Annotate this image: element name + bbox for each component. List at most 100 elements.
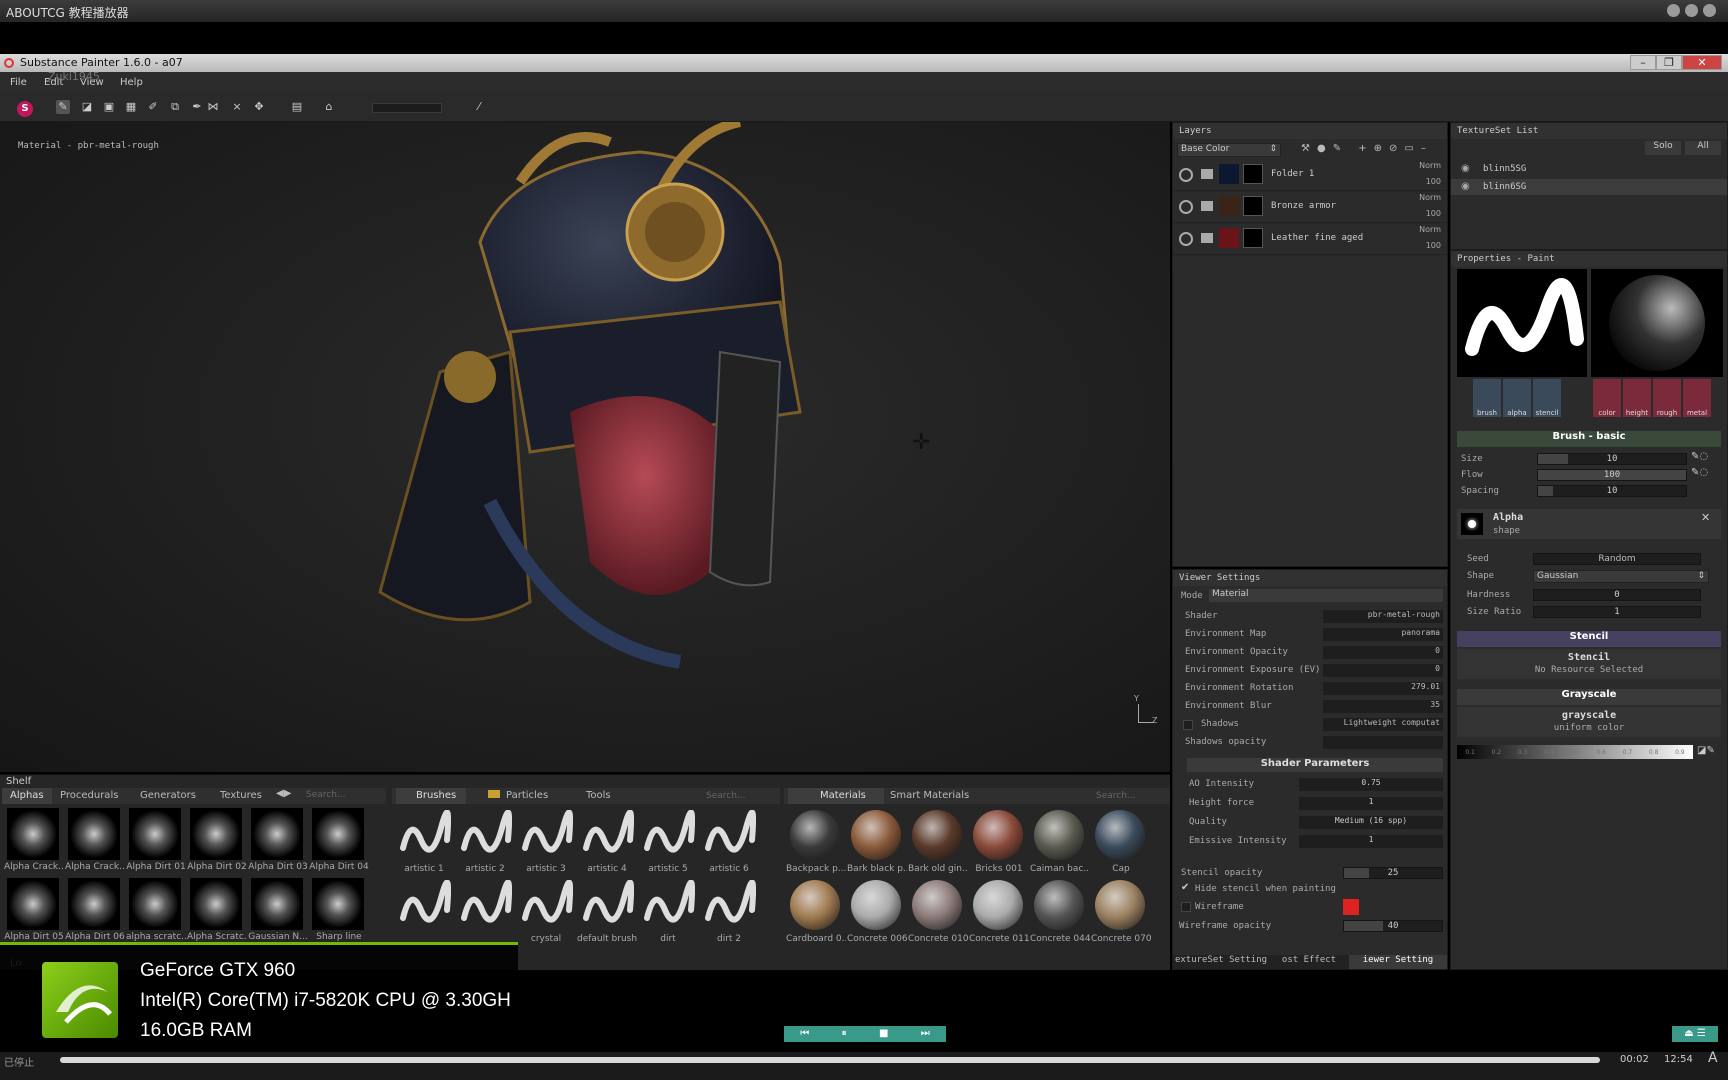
layer-visibility-icon[interactable]: [1179, 232, 1193, 246]
seed-field[interactable]: Random: [1533, 553, 1701, 565]
layer-row[interactable]: Leather fine aged Norm 100: [1173, 223, 1447, 255]
camera-icon[interactable]: ✥: [252, 100, 266, 114]
tab-viewer-settings[interactable]: iewer Setting: [1349, 955, 1447, 969]
seek-bar[interactable]: [60, 1057, 1600, 1063]
shelf-item[interactable]: Concrete 044: [1030, 878, 1090, 946]
tab-brushes[interactable]: Brushes: [396, 788, 466, 804]
screenshot-icon[interactable]: ⌂: [322, 100, 336, 114]
viewer-setting-field[interactable]: 35: [1323, 700, 1443, 713]
viewer-setting-field[interactable]: pbr-metal-rough: [1323, 610, 1443, 623]
layer-blend-mode[interactable]: Norm: [1419, 193, 1441, 202]
slot-height[interactable]: height: [1623, 379, 1651, 417]
shadows-checkbox[interactable]: [1183, 720, 1193, 730]
slot-rough[interactable]: rough: [1653, 379, 1681, 417]
shelf-item[interactable]: Alpha Crack...: [4, 806, 64, 874]
shelf-item[interactable]: Alpha Scratc...: [187, 876, 247, 944]
clone-icon[interactable]: ⧉: [168, 100, 182, 114]
layer-blend-mode[interactable]: Norm: [1419, 161, 1441, 170]
projection-icon[interactable]: ▣: [102, 100, 116, 114]
viewer-setting-field[interactable]: 0: [1323, 664, 1443, 677]
shelf-item[interactable]: alpha scratc...: [126, 876, 186, 944]
shelf-item[interactable]: Alpha Dirt 02: [187, 806, 247, 874]
wireframe-color-swatch[interactable]: [1343, 899, 1359, 915]
font-settings-icon[interactable]: A: [1708, 1050, 1718, 1066]
playlist-buttons[interactable]: ⏏ ☰: [1672, 1026, 1718, 1042]
shader-param-field[interactable]: 0.75: [1299, 778, 1443, 791]
tab-generators[interactable]: Generators: [132, 788, 212, 804]
symmetry-x-icon[interactable]: ×: [230, 100, 244, 114]
shelf-item[interactable]: Concrete 070: [1091, 878, 1151, 946]
layer-visibility-icon[interactable]: [1179, 200, 1193, 214]
shelf-item[interactable]: Bricks 001: [969, 808, 1029, 876]
shelf-item[interactable]: Backpack p...: [786, 808, 846, 876]
shelf-item[interactable]: artistic 2: [455, 808, 515, 876]
smudge-icon[interactable]: ✐: [146, 100, 160, 114]
layer-blend-mode[interactable]: Norm: [1419, 225, 1441, 234]
grayscale-section-header[interactable]: Grayscale: [1457, 689, 1721, 705]
tab-textures[interactable]: Textures: [212, 788, 276, 804]
all-button[interactable]: All: [1685, 141, 1721, 155]
layer-tools[interactable]: ⚒●✎ +⊕⊘▭–: [1301, 143, 1433, 154]
symmetry-icon[interactable]: ⋈: [206, 100, 220, 114]
shelf-item[interactable]: artistic 4: [577, 808, 637, 876]
shader-parameters-header[interactable]: Shader Parameters: [1187, 758, 1443, 772]
player-close-button[interactable]: [1703, 4, 1716, 17]
shelf-item[interactable]: Concrete 011: [969, 878, 1029, 946]
shelf-item[interactable]: Alpha Dirt 04: [309, 806, 369, 874]
layer-row[interactable]: Folder 1 Norm 100: [1173, 159, 1447, 191]
app-close-button[interactable]: ✕: [1682, 55, 1722, 70]
shelf-item[interactable]: Cap: [1091, 808, 1151, 876]
slot-brush[interactable]: brush: [1473, 379, 1501, 417]
shape-select[interactable]: Gaussian ⇕: [1533, 570, 1709, 583]
shelf-item[interactable]: Bark black p...: [847, 808, 907, 876]
size-pen-icon[interactable]: ✎◌: [1691, 451, 1708, 462]
tabs-scroll-arrows[interactable]: ◀▶: [276, 788, 306, 804]
previous-icon[interactable]: ⏮: [800, 1026, 809, 1042]
gradient-edit-icon[interactable]: ◪✎: [1697, 745, 1715, 756]
player-minimize-button[interactable]: [1667, 4, 1680, 17]
app-minimize-button[interactable]: –: [1630, 55, 1656, 70]
tab-textureset-settings[interactable]: extureSet Setting: [1173, 955, 1269, 969]
grayscale-gradient-slider[interactable]: 0.1 0.2 0.3 0.4 0.5 0.6 0.7 0.8 0.9: [1457, 745, 1693, 759]
shelf-item[interactable]: Bark old gin...: [908, 808, 968, 876]
mode-select[interactable]: Material: [1209, 589, 1443, 602]
tab-alphas[interactable]: Alphas: [2, 788, 52, 804]
tab-particles[interactable]: Particles: [488, 790, 548, 801]
alpha-remove-icon[interactable]: ✕: [1701, 511, 1710, 524]
tab-tools[interactable]: Tools: [586, 790, 611, 801]
paint-brush-icon[interactable]: ✎: [56, 100, 70, 114]
textureset-item[interactable]: ◉ blinn5SG: [1451, 161, 1727, 177]
hide-stencil-checkbox[interactable]: ✔: [1181, 882, 1189, 893]
shelf-item[interactable]: artistic 1: [394, 808, 454, 876]
shelf-item[interactable]: dirt 2: [699, 878, 759, 946]
shelf-item[interactable]: crystal: [516, 878, 576, 946]
shelf-item[interactable]: Alpha Dirt 01: [126, 806, 186, 874]
shader-param-field[interactable]: 1: [1299, 835, 1443, 848]
shelf-item[interactable]: artistic 6: [699, 808, 759, 876]
layer-opacity[interactable]: 100: [1426, 177, 1441, 186]
menu-help[interactable]: Help: [120, 77, 143, 88]
layer-opacity[interactable]: 100: [1426, 209, 1441, 218]
player-maximize-button[interactable]: [1685, 4, 1698, 17]
shelf-item[interactable]: Alpha Dirt 05: [4, 876, 64, 944]
tab-materials[interactable]: Materials: [788, 788, 884, 804]
shelf-item[interactable]: dirt: [638, 878, 698, 946]
layer-row[interactable]: Bronze armor Norm 100: [1173, 191, 1447, 223]
shelf-item[interactable]: artistic 3: [516, 808, 576, 876]
edit-icon[interactable]: ⁄: [472, 100, 486, 114]
shelf-item[interactable]: Caiman bac...: [1030, 808, 1090, 876]
shader-param-field[interactable]: Medium (16 spp): [1299, 816, 1443, 829]
shelf-item[interactable]: Concrete 006: [847, 878, 907, 946]
alpha-slot[interactable]: Alpha shape ✕: [1457, 509, 1721, 539]
viewer-setting-field[interactable]: panorama: [1323, 628, 1443, 641]
eraser-icon[interactable]: ◪: [80, 100, 94, 114]
shelf-item[interactable]: Sharp line: [309, 876, 369, 944]
slot-alpha[interactable]: alpha: [1503, 379, 1531, 417]
slot-stencil[interactable]: stencil: [1533, 379, 1561, 417]
stencil-slot[interactable]: Stencil No Resource Selected: [1457, 649, 1721, 679]
app-restore-button[interactable]: ❐: [1656, 55, 1682, 70]
viewer-setting-field[interactable]: [1323, 736, 1443, 749]
tab-post-effect[interactable]: ost Effect: [1269, 955, 1349, 969]
textureset-item-selected[interactable]: ◉ blinn6SG: [1451, 179, 1727, 195]
slot-color[interactable]: color: [1593, 379, 1621, 417]
